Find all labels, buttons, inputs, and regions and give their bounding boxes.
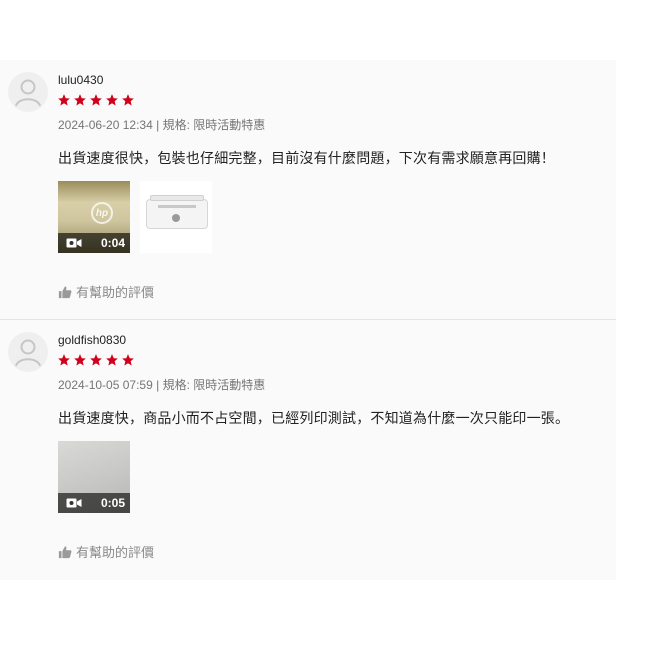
video-camera-icon <box>66 498 82 508</box>
video-overlay-bar: 0:05 <box>58 493 130 513</box>
variation-value: 限時活動特惠 <box>193 118 266 132</box>
reviewer-username[interactable]: lulu0430 <box>58 73 103 87</box>
review-comment: 出貨速度快，商品小而不占空間，已經列印測試，不知道為什麼一次只能印一張。 <box>58 410 570 426</box>
helpful-label: 有幫助的評價 <box>76 285 155 300</box>
review-photo-thumbnail[interactable] <box>140 181 212 253</box>
review-comment: 出貨速度很快，包裝也仔細完整，目前沒有什麼問題，下次有需求願意再回購！ <box>58 150 555 166</box>
variation-label: 規格: <box>162 118 190 132</box>
meta-separator: | <box>156 118 160 132</box>
review-meta: 2024-06-20 12:34 | 規格: 限時活動特惠 <box>58 116 265 133</box>
review-date: 2024-10-05 07:59 <box>58 378 153 392</box>
meta-separator: | <box>156 378 160 392</box>
variation-value: 限時活動特惠 <box>193 378 266 392</box>
hp-logo-icon: hp <box>91 202 113 224</box>
thumbs-up-icon <box>58 285 72 298</box>
review-video-thumbnail[interactable]: hp 0:04 <box>58 181 130 253</box>
thumbs-up-icon <box>58 545 72 558</box>
helpful-button[interactable]: 有幫助的評價 <box>58 282 154 301</box>
star-icon <box>106 94 118 106</box>
review-date: 2024-06-20 12:34 <box>58 118 153 132</box>
star-icon <box>58 94 70 106</box>
star-icon <box>74 94 86 106</box>
reviewer-username[interactable]: goldfish0830 <box>58 333 126 347</box>
video-camera-icon <box>66 238 82 248</box>
variation-label: 規格: <box>162 378 190 392</box>
star-icon <box>106 354 118 366</box>
review-video-thumbnail[interactable]: 0:05 <box>58 441 130 513</box>
user-avatar-icon[interactable] <box>8 72 48 112</box>
review-meta: 2024-10-05 07:59 | 規格: 限時活動特惠 <box>58 376 265 393</box>
star-rating <box>57 353 135 367</box>
video-duration: 0:04 <box>100 236 125 250</box>
star-icon <box>74 354 86 366</box>
helpful-button[interactable]: 有幫助的評價 <box>58 542 154 561</box>
printer-logo <box>172 214 180 222</box>
review-media: 0:05 <box>58 441 130 513</box>
review-divider <box>0 319 616 320</box>
review-item: lulu0430 2024-06-20 12:34 | 規格: 限時活動特惠 出… <box>0 62 616 320</box>
star-icon <box>122 354 134 366</box>
user-avatar-icon[interactable] <box>8 332 48 372</box>
star-icon <box>58 354 70 366</box>
video-overlay-bar: 0:04 <box>58 233 130 253</box>
star-icon <box>90 94 102 106</box>
printer-top <box>150 195 204 201</box>
video-duration: 0:05 <box>100 496 125 510</box>
star-icon <box>122 94 134 106</box>
review-item: goldfish0830 2024-10-05 07:59 | 規格: 限時活動… <box>0 322 616 580</box>
printer-slot <box>158 205 196 208</box>
star-rating <box>57 93 135 107</box>
review-media: hp 0:04 <box>58 181 212 253</box>
star-icon <box>90 354 102 366</box>
helpful-label: 有幫助的評價 <box>76 545 155 560</box>
